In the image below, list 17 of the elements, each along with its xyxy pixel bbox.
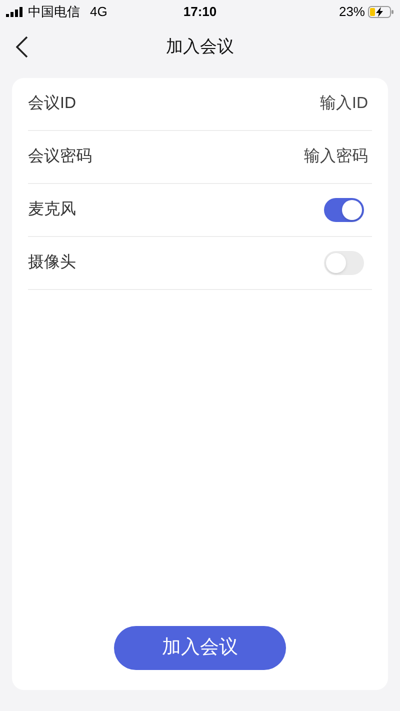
text-field[interactable]: 输入密码 [212, 145, 372, 169]
join-button[interactable]: 加入会议 [114, 626, 286, 670]
network-type: 4G [90, 3, 108, 22]
page-title: 加入会议 [166, 36, 234, 58]
back-icon [16, 36, 28, 58]
clock: 17:10 [183, 3, 217, 22]
row-label: 摄像头 [28, 252, 76, 273]
carrier-name: 中国电信 [28, 3, 80, 22]
signal-icon [6, 7, 24, 17]
toggle-switch[interactable] [324, 198, 364, 222]
row-label: 会议ID [28, 94, 76, 114]
row-label: 会议密码 [28, 146, 92, 167]
battery-percent: 23% [338, 3, 365, 22]
text-field[interactable]: 输入ID [212, 92, 372, 116]
row-label: 麦克风 [28, 200, 76, 220]
toggle-switch[interactable] [324, 251, 364, 275]
battery-charging-icon [368, 6, 394, 18]
